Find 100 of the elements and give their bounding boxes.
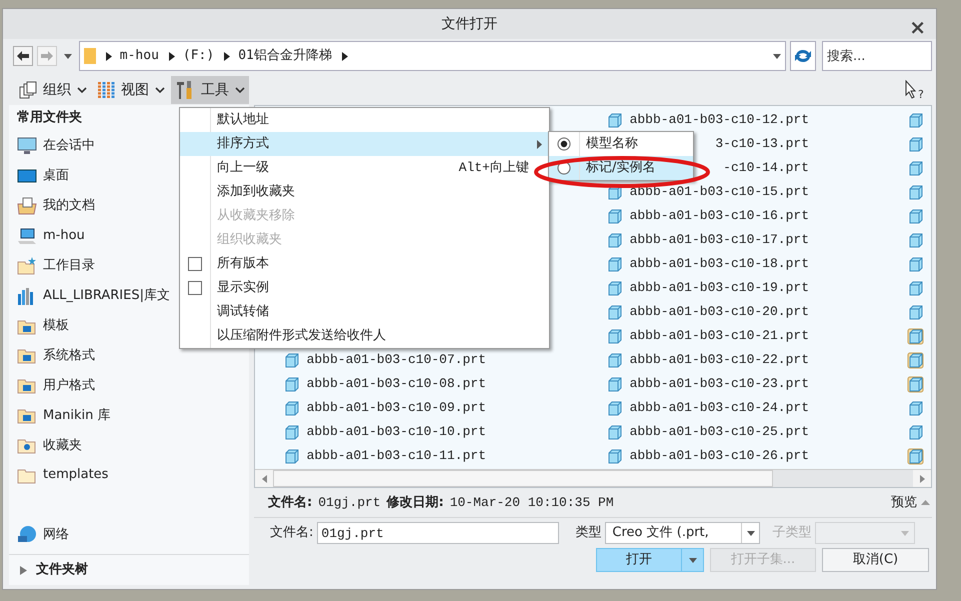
- sidebar-header: 常用文件夹: [17, 108, 82, 128]
- part-icon: [907, 160, 924, 176]
- file-name[interactable]: abbb-a01-b03-c10-21.prt: [630, 326, 809, 346]
- file-name[interactable]: abbb-a01-b03-c10-15.prt: [630, 182, 809, 202]
- file-name[interactable]: abbb-a01-b03-c10-11.prt: [306, 446, 486, 466]
- refresh-button[interactable]: [790, 41, 816, 71]
- preview-toggle[interactable]: 预览: [891, 492, 930, 512]
- file-name[interactable]: abbb-a01-b03-c10-26.prt: [630, 446, 809, 466]
- chevron-icon: [77, 86, 87, 94]
- file-name[interactable]: abbb-a01-b03-c10-17.prt: [630, 230, 809, 250]
- instance-icon: [907, 352, 924, 368]
- type-dropdown[interactable]: Creo 文件 (.prt,: [605, 522, 760, 544]
- sidebar-item[interactable]: templates: [9, 460, 249, 490]
- folder-tree-toggle[interactable]: 文件夹树: [9, 555, 249, 586]
- grid-icon: [97, 81, 115, 99]
- chevron-icon: [155, 86, 165, 94]
- file-name[interactable]: abbb-a01-b03-c10-12.prt: [630, 110, 809, 130]
- file-name[interactable]: abbb-a01-b03-c10-24.prt: [630, 398, 809, 418]
- file-name[interactable]: abbb-a01-b03-c10-07.prt: [306, 350, 486, 370]
- checkbox[interactable]: [188, 281, 202, 295]
- file-name[interactable]: abbb-a01-b03-c10-10.prt: [306, 422, 486, 442]
- menu-item[interactable]: 默认地址: [180, 108, 549, 132]
- address-bar[interactable]: m-hou (F:) 01铝合金升降梯: [78, 41, 786, 71]
- file-name[interactable]: abbb-a01-b03-c10-22.prt: [630, 350, 809, 370]
- part-icon: [606, 328, 623, 344]
- info-value: 01gj.prt: [318, 494, 381, 512]
- instance-icon: [907, 448, 924, 464]
- sidebar-item[interactable]: 网络: [9, 520, 249, 550]
- file-name[interactable]: abbb-a01-b03-c10-19.prt: [630, 278, 809, 298]
- instance-icon: [907, 328, 924, 344]
- path-segment[interactable]: (F:): [182, 46, 214, 66]
- menu-item[interactable]: 添加到收藏夹: [180, 180, 549, 204]
- close-button[interactable]: ×: [909, 12, 926, 42]
- part-icon: [606, 256, 623, 272]
- submenu-arrow-icon: [537, 140, 542, 148]
- file-name[interactable]: -c10-14.prt: [723, 158, 809, 178]
- search-field[interactable]: 搜索...: [822, 41, 932, 71]
- part-icon: [907, 280, 924, 296]
- monitor-icon: [17, 136, 37, 156]
- part-icon: [907, 256, 924, 272]
- file-name[interactable]: 3-c10-13.prt: [715, 134, 809, 154]
- info-label: 文件名:: [268, 494, 312, 512]
- path-segment[interactable]: 01铝合金升降梯: [238, 46, 332, 66]
- toolbar-menu-button[interactable]: 视图: [93, 76, 169, 104]
- part-icon: [907, 424, 924, 440]
- field-label: 子类型: [772, 524, 812, 542]
- pages-icon: [19, 81, 37, 99]
- file-name[interactable]: abbb-a01-b03-c10-25.prt: [630, 422, 809, 442]
- caret-icon: [64, 54, 72, 58]
- menu-item[interactable]: 显示实例: [180, 276, 549, 300]
- instance-icon: [907, 376, 924, 392]
- caret-icon: [901, 530, 910, 536]
- file-name[interactable]: abbb-a01-b03-c10-16.prt: [630, 206, 809, 226]
- part-icon: [606, 352, 623, 368]
- part-icon: [606, 376, 623, 392]
- part-icon: [606, 424, 623, 440]
- part-icon: [606, 448, 623, 464]
- radio-button[interactable]: [557, 137, 571, 151]
- menu-item[interactable]: 排序方式: [180, 132, 549, 156]
- open-split-button[interactable]: 打开: [596, 548, 704, 572]
- part-icon: [606, 112, 623, 128]
- submenu-item[interactable]: 模型名称: [549, 132, 693, 156]
- menu-item[interactable]: 所有版本: [180, 252, 549, 276]
- info-label: 修改日期:: [386, 494, 444, 512]
- part-icon: [907, 400, 924, 416]
- file-name[interactable]: abbb-a01-b03-c10-08.prt: [306, 374, 486, 394]
- folder-icon: [84, 47, 96, 65]
- info-value: 10-Mar-20 10:10:35 PM: [450, 494, 614, 512]
- sidebar-item[interactable]: 用户格式: [9, 370, 249, 400]
- part-icon: [282, 400, 300, 416]
- sidebar-item[interactable]: 收藏夹: [9, 430, 249, 460]
- sidebar-item[interactable]: Manikin 库: [9, 400, 249, 430]
- toolbar-menu-button[interactable]: 组织: [15, 76, 91, 104]
- horizontal-scrollbar[interactable]: [255, 469, 931, 487]
- file-name[interactable]: abbb-a01-b03-c10-20.prt: [630, 302, 809, 322]
- part-icon: [907, 208, 924, 224]
- file-name-field[interactable]: 01gj.prt: [317, 522, 560, 544]
- toolbar-menu-button[interactable]: 工具: [171, 76, 249, 104]
- checkbox[interactable]: [188, 257, 202, 271]
- window-title: 文件打开: [442, 14, 498, 34]
- chevron-icon: [235, 86, 245, 94]
- cancel-button[interactable]: 取消(C): [822, 548, 929, 572]
- part-icon: [282, 424, 300, 440]
- back-button[interactable]: [13, 46, 33, 66]
- path-segment[interactable]: m-hou: [120, 46, 159, 66]
- part-icon: [907, 232, 924, 248]
- triangle-icon: [224, 52, 230, 60]
- file-name[interactable]: abbb-a01-b03-c10-23.prt: [630, 374, 809, 394]
- menu-item[interactable]: 调试转储: [180, 300, 549, 324]
- file-name[interactable]: abbb-a01-b03-c10-18.prt: [630, 254, 809, 274]
- triangle-icon: [168, 52, 175, 60]
- field-label: 文件名:: [270, 524, 314, 542]
- part-icon: [907, 184, 924, 200]
- part-icon: [907, 136, 924, 152]
- folder-document-icon: [17, 196, 37, 216]
- file-name[interactable]: abbb-a01-b03-c10-09.prt: [306, 398, 486, 418]
- arrow-right-icon: [40, 51, 53, 61]
- part-icon: [282, 448, 300, 464]
- field-label: 类型: [575, 524, 602, 542]
- folder-star-icon: [17, 256, 37, 276]
